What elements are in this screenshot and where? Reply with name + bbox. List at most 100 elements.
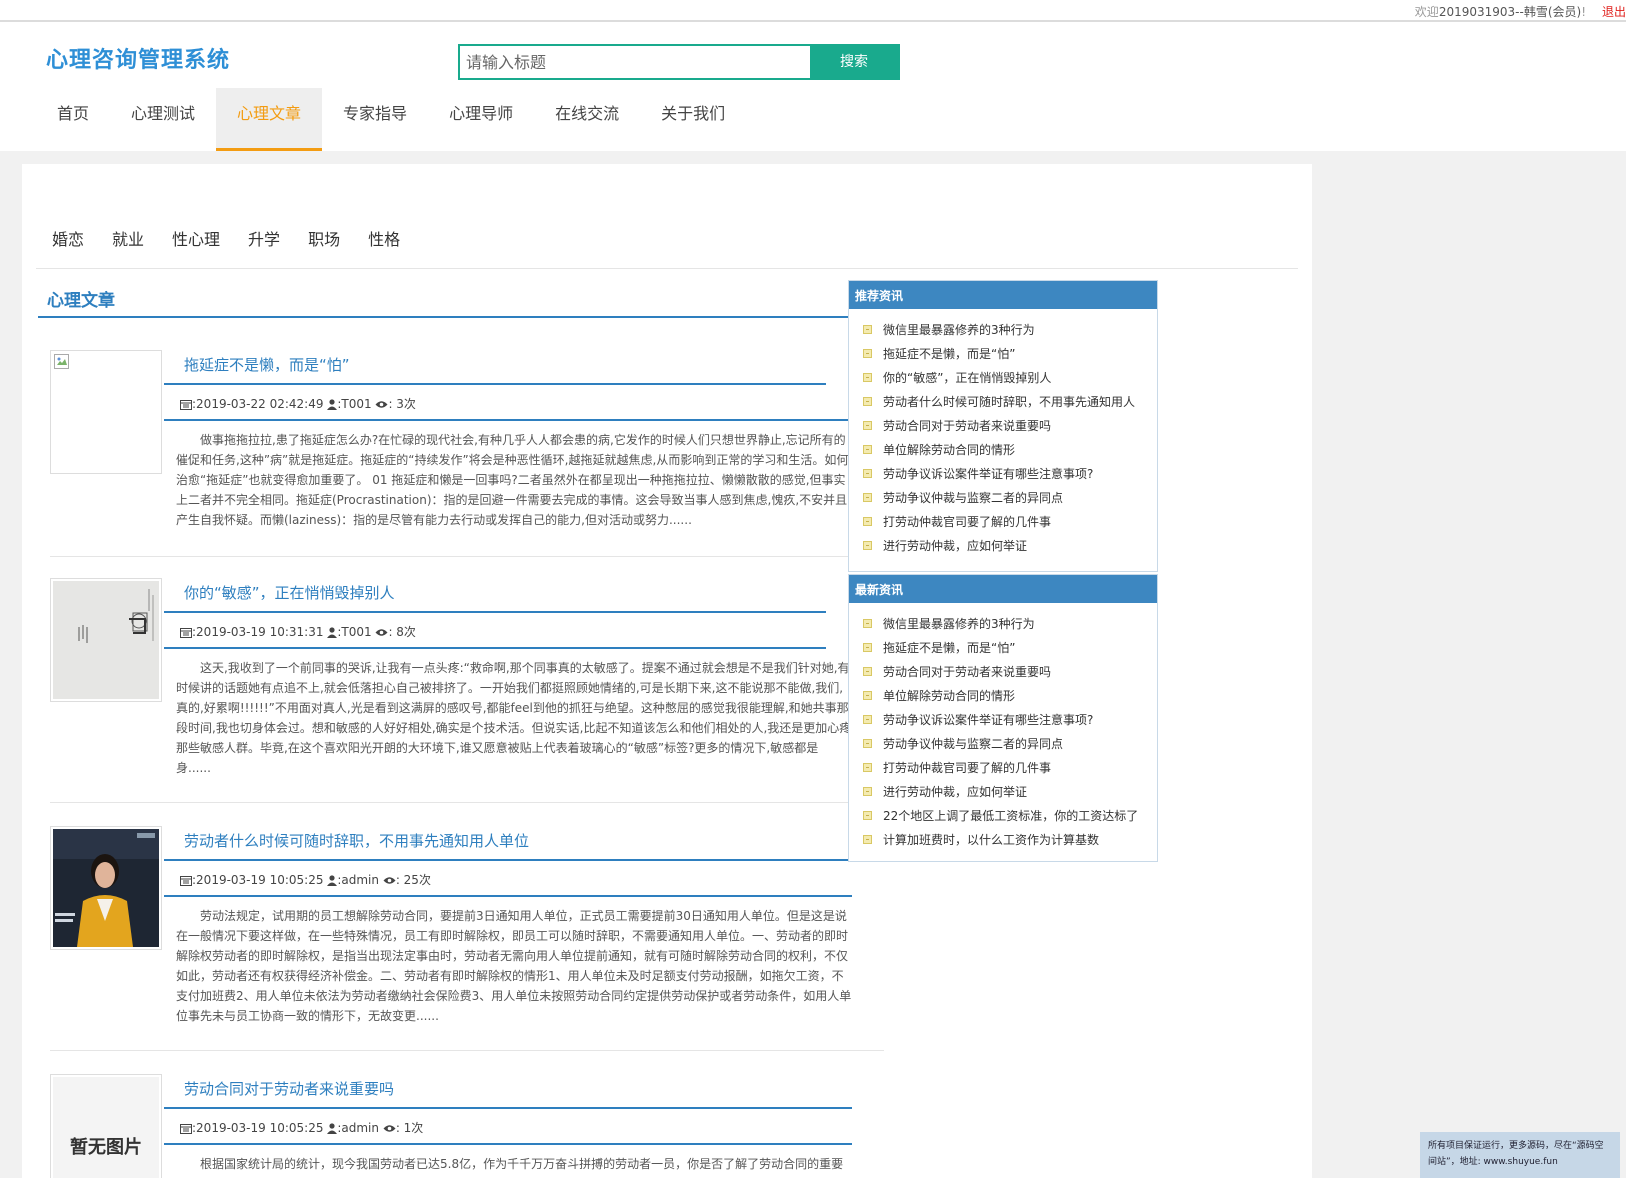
- list-item-label[interactable]: 微信里最暴露修养的3种行为: [883, 321, 1035, 338]
- meta-underline: [164, 647, 826, 649]
- nav-item-about[interactable]: 关于我们: [640, 88, 746, 151]
- list-item-label[interactable]: 打劳动仲裁官司要了解的几件事: [883, 513, 1051, 530]
- article-title[interactable]: 拖延症不是懒，而是“怕”: [184, 354, 350, 375]
- list-item-label[interactable]: 你的“敏感”，正在悄悄毁掉别人: [883, 369, 1051, 386]
- list-item-label[interactable]: 劳动者什么时候可随时辞职，不用事先通知用人: [883, 393, 1135, 410]
- calendar-icon: [180, 628, 192, 638]
- eye-icon: [383, 1125, 396, 1132]
- recommend-panel-title: 推荐资讯: [849, 281, 1157, 309]
- bullet-icon: [863, 372, 872, 382]
- meta-underline: [164, 1143, 852, 1145]
- list-item-label[interactable]: 22个地区上调了最低工资标准，你的工资达标了: [883, 807, 1138, 824]
- category-sex-psychology[interactable]: 性心理: [172, 226, 220, 250]
- logout-link[interactable]: 退出: [1602, 3, 1626, 20]
- bullet-icon: [863, 492, 872, 502]
- article-author: :admin: [337, 873, 379, 887]
- list-item[interactable]: 计算加班费时，以什么工资作为计算基数: [863, 827, 1157, 851]
- category-tabs: 婚恋 就业 性心理 升学 职场 性格: [52, 226, 428, 250]
- recommend-list: 微信里最暴露修养的3种行为 拖延症不是懒，而是“怕” 你的“敏感”，正在悄悄毁掉…: [849, 309, 1157, 557]
- list-item-label[interactable]: 劳动合同对于劳动者来说重要吗: [883, 663, 1051, 680]
- list-item-label[interactable]: 拖延症不是懒，而是“怕”: [883, 345, 1015, 362]
- list-item[interactable]: 劳动合同对于劳动者来说重要吗: [863, 659, 1157, 683]
- list-item-label[interactable]: 打劳动仲裁官司要了解的几件事: [883, 759, 1051, 776]
- list-item-label[interactable]: 劳动争议仲裁与监察二者的异同点: [883, 489, 1063, 506]
- list-item[interactable]: 22个地区上调了最低工资标准，你的工资达标了: [863, 803, 1157, 827]
- list-item-label[interactable]: 单位解除劳动合同的情形: [883, 687, 1015, 704]
- list-item[interactable]: 微信里最暴露修养的3种行为: [863, 611, 1157, 635]
- nav-item-articles[interactable]: 心理文章: [216, 88, 323, 151]
- top-bar: 欢迎2019031903--韩雪(会员)! 退出: [0, 0, 1626, 22]
- category-marriage[interactable]: 婚恋: [52, 226, 84, 250]
- category-further-study[interactable]: 升学: [248, 226, 280, 250]
- list-item[interactable]: 单位解除劳动合同的情形: [863, 683, 1157, 707]
- list-item-label[interactable]: 劳动争议诉讼案件举证有哪些注意事项?: [883, 465, 1093, 482]
- list-item[interactable]: 劳动合同对于劳动者来说重要吗: [863, 413, 1157, 437]
- list-item[interactable]: 微信里最暴露修养的3种行为: [863, 317, 1157, 341]
- bullet-icon: [863, 714, 872, 724]
- list-item[interactable]: 劳动争议诉讼案件举证有哪些注意事项?: [863, 707, 1157, 731]
- welcome-suffix: !: [1581, 5, 1586, 19]
- article-separator: [50, 1050, 884, 1051]
- bullet-icon: [863, 642, 872, 652]
- article-thumbnail[interactable]: [50, 350, 162, 474]
- nav-item-home[interactable]: 首页: [36, 88, 110, 151]
- list-item-label[interactable]: 微信里最暴露修养的3种行为: [883, 615, 1035, 632]
- bullet-icon: [863, 666, 872, 676]
- welcome-prefix: 欢迎: [1414, 5, 1439, 19]
- welcome-text: 欢迎2019031903--韩雪(会员)!: [1415, 3, 1586, 20]
- list-item-label[interactable]: 计算加班费时，以什么工资作为计算基数: [883, 831, 1099, 848]
- list-item[interactable]: 劳动争议仲裁与监察二者的异同点: [863, 485, 1157, 509]
- nav-item-psych-test[interactable]: 心理测试: [110, 88, 216, 151]
- list-item-label[interactable]: 进行劳动仲裁，应如何举证: [883, 783, 1027, 800]
- list-item[interactable]: 进行劳动仲裁，应如何举证: [863, 779, 1157, 803]
- list-item-label[interactable]: 劳动争议诉讼案件举证有哪些注意事项?: [883, 711, 1093, 728]
- list-item[interactable]: 单位解除劳动合同的情形: [863, 437, 1157, 461]
- article-title[interactable]: 你的“敏感”，正在悄悄毁掉别人: [184, 582, 395, 603]
- main-content: 婚恋 就业 性心理 升学 职场 性格 心理文章 拖延症不是懒，而是“怕” :20…: [22, 164, 1312, 1178]
- section-underline: [38, 316, 874, 318]
- news-anchor-photo: [53, 829, 159, 947]
- list-item-label[interactable]: 单位解除劳动合同的情形: [883, 441, 1015, 458]
- article-title[interactable]: 劳动合同对于劳动者来说重要吗: [184, 1078, 394, 1099]
- list-item-label[interactable]: 进行劳动仲裁，应如何举证: [883, 537, 1027, 554]
- nav-item-expert-guidance[interactable]: 专家指导: [322, 88, 428, 151]
- list-item[interactable]: 打劳动仲裁官司要了解的几件事: [863, 755, 1157, 779]
- divider: [36, 268, 1298, 269]
- bullet-icon: [863, 810, 872, 820]
- site-logo[interactable]: 心理咨询管理系统: [46, 42, 230, 74]
- list-item[interactable]: 拖延症不是懒，而是“怕”: [863, 341, 1157, 365]
- list-item-label[interactable]: 劳动合同对于劳动者来说重要吗: [883, 417, 1051, 434]
- article-thumbnail[interactable]: 暂无图片: [50, 1074, 162, 1178]
- article-author: :T001: [337, 397, 372, 411]
- category-employment[interactable]: 就业: [112, 226, 144, 250]
- article-thumbnail[interactable]: [50, 826, 162, 950]
- title-underline: [164, 383, 826, 385]
- article-date: :2019-03-19 10:31:31: [192, 625, 324, 639]
- eye-icon: [383, 877, 396, 884]
- list-item-label[interactable]: 拖延症不是懒，而是“怕”: [883, 639, 1015, 656]
- bullet-icon: [863, 516, 872, 526]
- list-item[interactable]: 劳动者什么时候可随时辞职，不用事先通知用人: [863, 389, 1157, 413]
- list-item[interactable]: 拖延症不是懒，而是“怕”: [863, 635, 1157, 659]
- article-thumbnail[interactable]: [50, 578, 162, 702]
- list-item[interactable]: 劳动争议仲裁与监察二者的异同点: [863, 731, 1157, 755]
- list-item[interactable]: 你的“敏感”，正在悄悄毁掉别人: [863, 365, 1157, 389]
- list-item-label[interactable]: 劳动争议仲裁与监察二者的异同点: [883, 735, 1063, 752]
- calendar-icon: [180, 400, 192, 410]
- search-input[interactable]: [460, 46, 812, 78]
- search-button[interactable]: 搜索: [810, 44, 898, 80]
- list-item[interactable]: 打劳动仲裁官司要了解的几件事: [863, 509, 1157, 533]
- category-personality[interactable]: 性格: [368, 226, 400, 250]
- list-item[interactable]: 劳动争议诉讼案件举证有哪些注意事项?: [863, 461, 1157, 485]
- article-separator: [50, 556, 870, 557]
- list-item[interactable]: 进行劳动仲裁，应如何举证: [863, 533, 1157, 557]
- user-icon: [327, 627, 338, 638]
- article-views: : 3次: [388, 397, 416, 411]
- article-summary: 这天,我收到了一个前同事的哭诉,让我有一点头疼:“救命啊,那个同事真的太敏感了。…: [176, 661, 852, 775]
- nav-item-online-chat[interactable]: 在线交流: [534, 88, 640, 151]
- category-workplace[interactable]: 职场: [308, 226, 340, 250]
- article-title[interactable]: 劳动者什么时候可随时辞职，不用事先通知用人单位: [184, 830, 529, 851]
- user-icon: [327, 399, 338, 410]
- nav-item-mentors[interactable]: 心理导师: [428, 88, 534, 151]
- bullet-icon: [863, 786, 872, 796]
